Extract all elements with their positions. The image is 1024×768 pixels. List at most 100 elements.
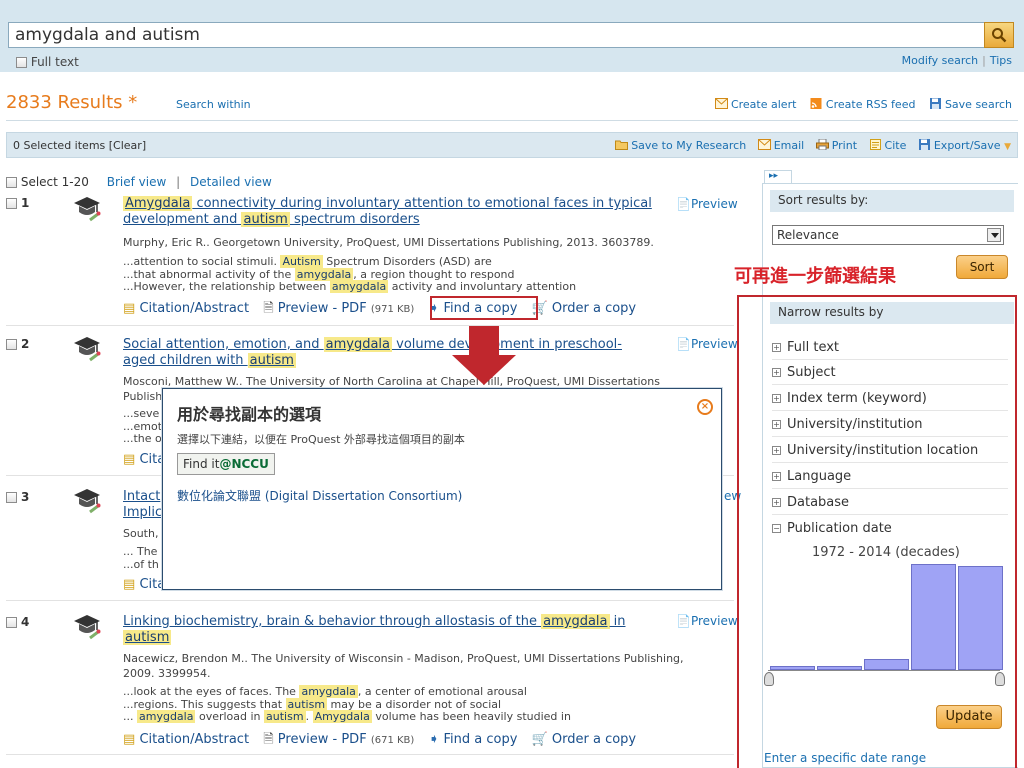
order-copy-link[interactable]: 🛒 Order a copy <box>532 732 637 747</box>
full-text-checkbox[interactable] <box>16 57 27 68</box>
export-save-button[interactable]: Export/Save ▼ <box>918 139 1011 152</box>
tips-link[interactable]: Tips <box>990 54 1012 67</box>
cite-button[interactable]: Cite <box>869 139 906 152</box>
range-end-handle[interactable] <box>995 672 1005 686</box>
update-button[interactable]: Update <box>936 705 1002 729</box>
save-to-research-label: Save to My Research <box>631 139 747 152</box>
full-text-option[interactable]: Full text <box>16 55 79 69</box>
facet-language[interactable]: + Language <box>772 469 1008 489</box>
result-title-link[interactable]: Linking biochemistry, brain & behavior t… <box>123 614 626 645</box>
dissertation-icon <box>74 615 101 640</box>
digital-dissertation-link[interactable]: 數位化論文聯盟 (Digital Dissertation Consortium… <box>177 487 462 504</box>
facet-university-location[interactable]: + University/institution location <box>772 443 1008 463</box>
highlight-term: autism <box>241 212 290 227</box>
result-title-link[interactable]: Amygdala connectivity during involuntary… <box>123 196 652 227</box>
result-checkbox[interactable] <box>6 617 17 628</box>
result-number[interactable]: 2 <box>6 337 29 351</box>
result-meta-line2: Publish <box>123 390 163 403</box>
result-title[interactable]: Social attention, emotion, and amygdala … <box>123 337 653 369</box>
highlight-term: autism <box>247 353 296 368</box>
result-checkbox[interactable] <box>6 198 17 209</box>
search-input[interactable]: amygdala and autism <box>8 22 1014 48</box>
close-icon[interactable]: × <box>697 399 713 415</box>
find-copy-link[interactable]: ➧ Find a copy <box>428 732 517 747</box>
clear-selection-link[interactable]: [Clear] <box>109 139 146 152</box>
facet-label: Publication date <box>787 521 892 536</box>
arrow-right-icon: ➧ <box>428 732 440 747</box>
modify-search-link[interactable]: Modify search <box>902 54 978 67</box>
view-separator: | <box>176 175 181 189</box>
result-checkbox[interactable] <box>6 492 17 503</box>
histogram-bar[interactable] <box>911 564 956 670</box>
preview-link[interactable]: 📄Preview <box>676 614 738 628</box>
select-all-checkbox[interactable] <box>6 177 17 188</box>
floppy-icon <box>929 98 941 109</box>
preview-pdf-link[interactable]: 🗎 Preview - PDF (671 KB) <box>263 732 414 747</box>
result-checkbox[interactable] <box>6 339 17 350</box>
result-meta: Murphy, Eric R.. Georgetown University, … <box>123 236 654 249</box>
histogram-bar[interactable] <box>864 659 909 670</box>
search-button[interactable] <box>984 22 1014 48</box>
result-meta-line2: 2009. 3399954. <box>123 667 211 680</box>
preview-link[interactable]: 📄Preview <box>676 337 738 351</box>
facet-subject[interactable]: + Subject <box>772 365 1008 385</box>
expand-icon: + <box>772 343 781 352</box>
floppy-icon <box>918 139 930 150</box>
save-to-research-button[interactable]: Save to My Research <box>615 139 746 152</box>
result-title[interactable]: Linking biochemistry, brain & behavior t… <box>123 614 653 646</box>
cart-icon: 🛒 <box>531 732 548 747</box>
print-button[interactable]: Print <box>815 139 857 152</box>
save-search-link[interactable]: Save search <box>929 98 1012 111</box>
find-it-prefix: Find it <box>183 457 220 471</box>
preview-pdf-link[interactable]: 🗎 Preview - PDF (971 KB) <box>263 301 414 316</box>
create-alert-link[interactable]: Create alert <box>714 98 796 111</box>
histogram-bar[interactable] <box>958 566 1003 670</box>
result-title-link[interactable]: Intact Implic <box>123 489 162 520</box>
find-it-nccu-button[interactable]: Find it@NCCU <box>177 453 275 475</box>
title-text: Intact <box>123 489 161 504</box>
result-meta: South, <box>123 527 159 540</box>
citation-label: Citation/Abstract <box>139 732 250 747</box>
email-label: Email <box>773 139 805 152</box>
facet-label: Language <box>787 469 852 484</box>
citation-abstract-link[interactable]: ▤ Citation/Abstract <box>123 732 249 747</box>
enter-date-range-link[interactable]: Enter a specific date range <box>764 751 926 765</box>
cite-icon <box>869 139 881 150</box>
selected-items: 0 Selected items [Clear] <box>13 139 146 152</box>
result-number[interactable]: 4 <box>6 615 29 629</box>
search-within-link[interactable]: Search within <box>176 98 251 111</box>
result-number[interactable]: 1 <box>6 196 29 210</box>
popup-description: 選擇以下連結，以便在 ProQuest 外部尋找這個項目的副本 <box>177 433 465 446</box>
document-icon: ▤ <box>123 301 136 316</box>
pdf-size: (971 KB) <box>370 304 415 315</box>
result-snippets: ...seve ...emot ...the o <box>123 407 162 446</box>
results-count-text: 2833 Results <box>6 92 123 113</box>
full-text-label: Full text <box>30 55 79 69</box>
facet-university[interactable]: + University/institution <box>772 417 1008 437</box>
select-range-label: Select 1-20 <box>20 175 89 189</box>
email-button[interactable]: Email <box>757 139 805 152</box>
detailed-view-link[interactable]: Detailed view <box>190 175 272 189</box>
facet-publication-date[interactable]: − Publication date <box>772 521 1008 540</box>
sort-button[interactable]: Sort <box>956 255 1008 279</box>
snippet-line: ...However, the relationship between amy… <box>123 280 577 293</box>
facet-full-text[interactable]: + Full text <box>772 340 1008 360</box>
result-number[interactable]: 3 <box>6 490 29 504</box>
result-snippets: ...look at the eyes of faces. The amygda… <box>123 685 571 724</box>
facet-index-term[interactable]: + Index term (keyword) <box>772 391 1008 411</box>
preview-link[interactable]: 📄Preview <box>676 197 738 211</box>
sort-select[interactable]: Relevance <box>772 225 1004 245</box>
create-rss-link[interactable]: Create RSS feed <box>810 98 915 111</box>
brief-view-link[interactable]: Brief view <box>107 175 167 189</box>
citation-abstract-link[interactable]: ▤ Citation/Abstract <box>123 301 249 316</box>
sidebar-collapse-tab[interactable]: ▸▸ <box>764 170 792 184</box>
annotation-note: 可再進一步篩選結果 <box>734 266 896 287</box>
pdf-icon: 🗎 <box>263 732 274 747</box>
result-title-link[interactable]: Social attention, emotion, and amygdala … <box>123 337 622 368</box>
result-number-text: 2 <box>21 337 30 351</box>
range-start-handle[interactable] <box>764 672 774 686</box>
facet-database[interactable]: + Database <box>772 495 1008 515</box>
preview-label: Preview <box>690 337 738 351</box>
order-copy-link[interactable]: 🛒 Order a copy <box>532 301 637 316</box>
result-title[interactable]: Amygdala connectivity during involuntary… <box>123 196 653 228</box>
